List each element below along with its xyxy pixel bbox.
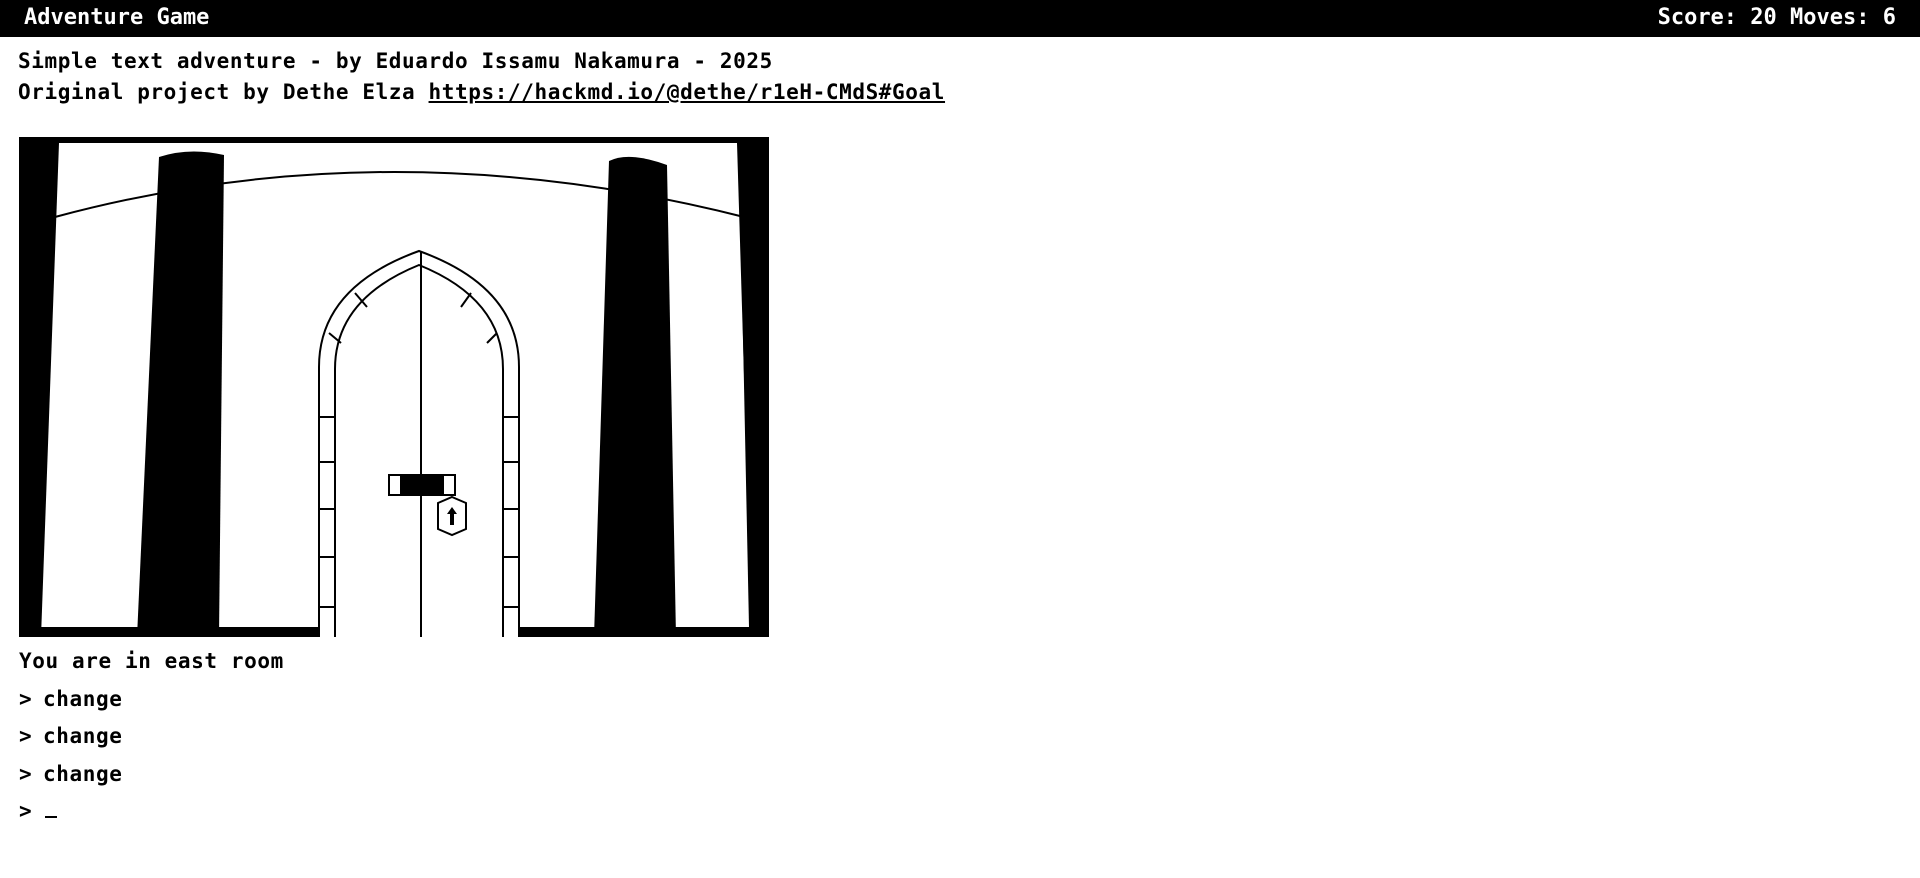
- score-moves-status: Score: 20 Moves: 6: [1657, 5, 1896, 30]
- log-command: change: [43, 724, 123, 748]
- log-entry: > change: [19, 759, 657, 797]
- title-bar: Adventure Game Score: 20 Moves: 6: [0, 0, 1920, 37]
- log-command: change: [43, 686, 123, 711]
- prompt-symbol: >: [19, 761, 33, 786]
- credit-original-label: Original project by Dethe Elza: [18, 80, 429, 104]
- game-title: Adventure Game: [24, 5, 210, 30]
- door-arch-inner: [334, 263, 504, 637]
- command-line[interactable]: >: [19, 796, 657, 834]
- room-description: You are in east room: [19, 649, 284, 673]
- text-cursor: [45, 816, 57, 818]
- prompt-symbol: >: [19, 686, 33, 711]
- command-input[interactable]: [57, 799, 657, 823]
- credits: Simple text adventure - by Eduardo Issam…: [18, 46, 1898, 108]
- credit-line-author: Simple text adventure - by Eduardo Issam…: [18, 49, 773, 73]
- log-command: change: [43, 761, 123, 786]
- east-room-illustration: [19, 137, 769, 637]
- prompt-symbol: >: [19, 724, 33, 748]
- scene-image: [19, 137, 769, 637]
- credit-line-original: Original project by Dethe Elza https://h…: [18, 77, 1898, 108]
- prompt-symbol: >: [19, 799, 33, 823]
- game-log: You are in east room > change > change > ch…: [19, 646, 657, 834]
- original-project-link[interactable]: https://hackmd.io/@dethe/r1eH-CMdS#Goal: [429, 80, 945, 104]
- log-entry: > change: [19, 721, 657, 759]
- log-entry: > change: [19, 684, 657, 722]
